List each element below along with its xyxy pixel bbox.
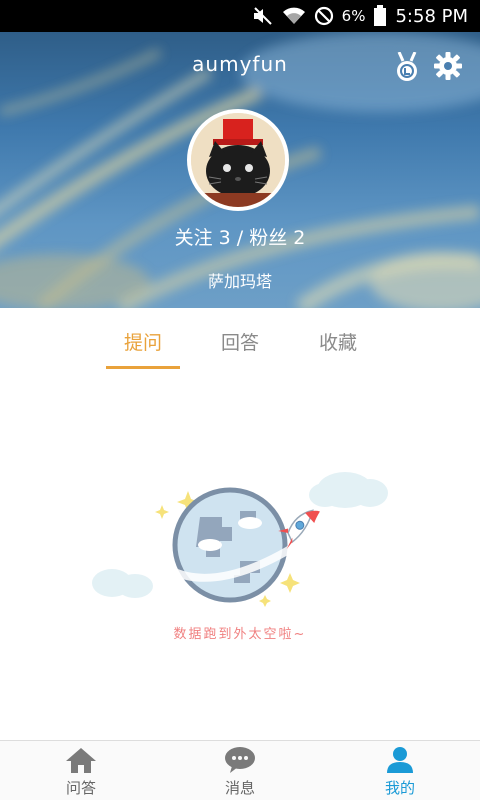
wifi-icon	[282, 6, 306, 26]
empty-state-message: 数据跑到外太空啦~	[173, 627, 307, 642]
tab-answers[interactable]: 回答	[200, 328, 280, 355]
tab-favorites[interactable]: 收藏	[298, 328, 378, 355]
avatar[interactable]	[187, 109, 289, 211]
medal-icon[interactable]	[394, 51, 420, 82]
gear-icon[interactable]	[434, 52, 462, 80]
nav-item-messages[interactable]: 消息	[190, 741, 290, 801]
nav-item-me[interactable]: 我的	[350, 741, 450, 801]
battery-icon	[373, 5, 387, 27]
follow-stats[interactable]: 关注 3 / 粉丝 2	[0, 223, 480, 250]
nav-label-messages: 消息	[224, 779, 255, 797]
tab-questions[interactable]: 提问	[103, 328, 183, 355]
nav-label-me: 我的	[384, 779, 415, 797]
profile-tabs: 提问 回答 收藏	[0, 308, 480, 370]
nav-label-qa: 问答	[65, 779, 96, 797]
nav-item-qa[interactable]: 问答	[31, 741, 131, 801]
location-label: 萨加玛塔	[207, 272, 272, 291]
status-bar: 6% 5:58 PM	[0, 0, 480, 32]
home-icon	[66, 748, 96, 773]
person-icon	[387, 747, 413, 773]
blocked-icon	[314, 6, 334, 26]
profile-header: aumyfun 关注 3 / 粉丝 2 萨加玛塔	[0, 32, 480, 308]
status-time: 5:58 PM	[395, 5, 468, 27]
active-tab-indicator	[106, 366, 180, 369]
mute-icon	[252, 6, 274, 26]
bottom-navigation: 问答 消息 我的	[0, 740, 480, 800]
battery-percent: 6%	[341, 7, 366, 25]
chat-bubble-icon	[225, 747, 255, 773]
